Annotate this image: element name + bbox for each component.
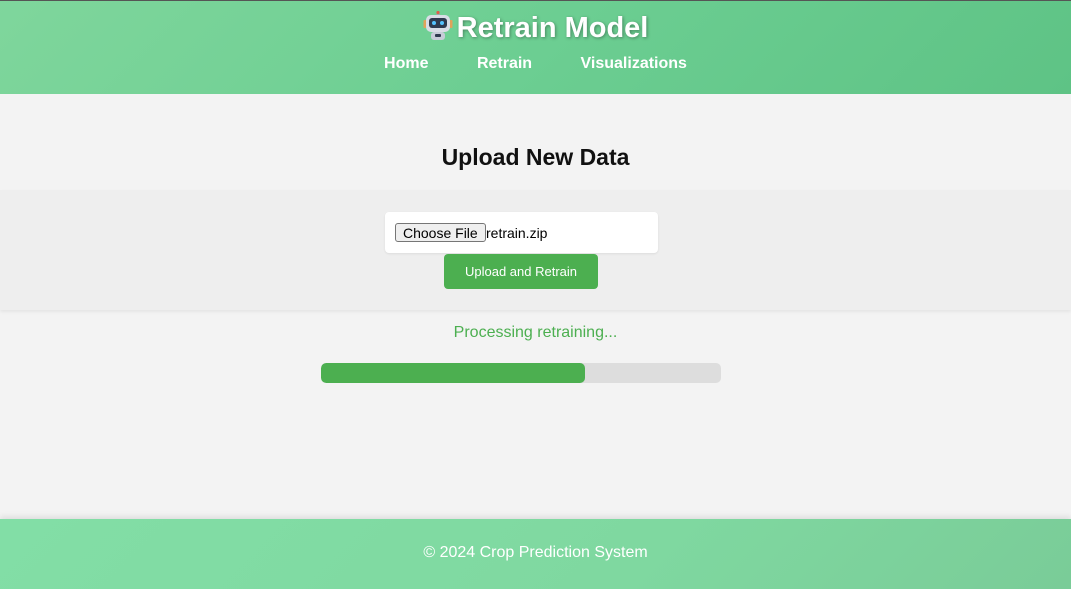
title-text: Retrain Model <box>456 12 649 44</box>
selected-file-name: retrain.zip <box>486 225 548 241</box>
robot-icon <box>423 11 453 40</box>
status-message: Processing retraining... <box>453 324 618 341</box>
file-input[interactable]: Choose File retrain.zip <box>385 212 658 253</box>
main-nav: Home Retrain Visualizations <box>0 54 1071 74</box>
progress-fill <box>321 363 585 383</box>
nav-home-link[interactable]: Home <box>384 54 428 74</box>
nav-retrain-link[interactable]: Retrain <box>477 54 532 74</box>
progress-bar <box>321 363 721 383</box>
section-title: Upload New Data <box>441 144 630 170</box>
upload-form: Choose File retrain.zip Upload and Retra… <box>0 190 1071 310</box>
footer-text: © 2024 Crop Prediction System <box>423 544 648 561</box>
nav-visualizations-link[interactable]: Visualizations <box>581 54 687 74</box>
page-header: Retrain Model Home Retrain Visualization… <box>0 0 1071 94</box>
page-footer: © 2024 Crop Prediction System <box>0 519 1071 589</box>
page-title: Retrain Model <box>0 10 1071 46</box>
choose-file-button[interactable]: Choose File <box>395 223 486 242</box>
upload-and-retrain-button[interactable]: Upload and Retrain <box>444 254 598 289</box>
